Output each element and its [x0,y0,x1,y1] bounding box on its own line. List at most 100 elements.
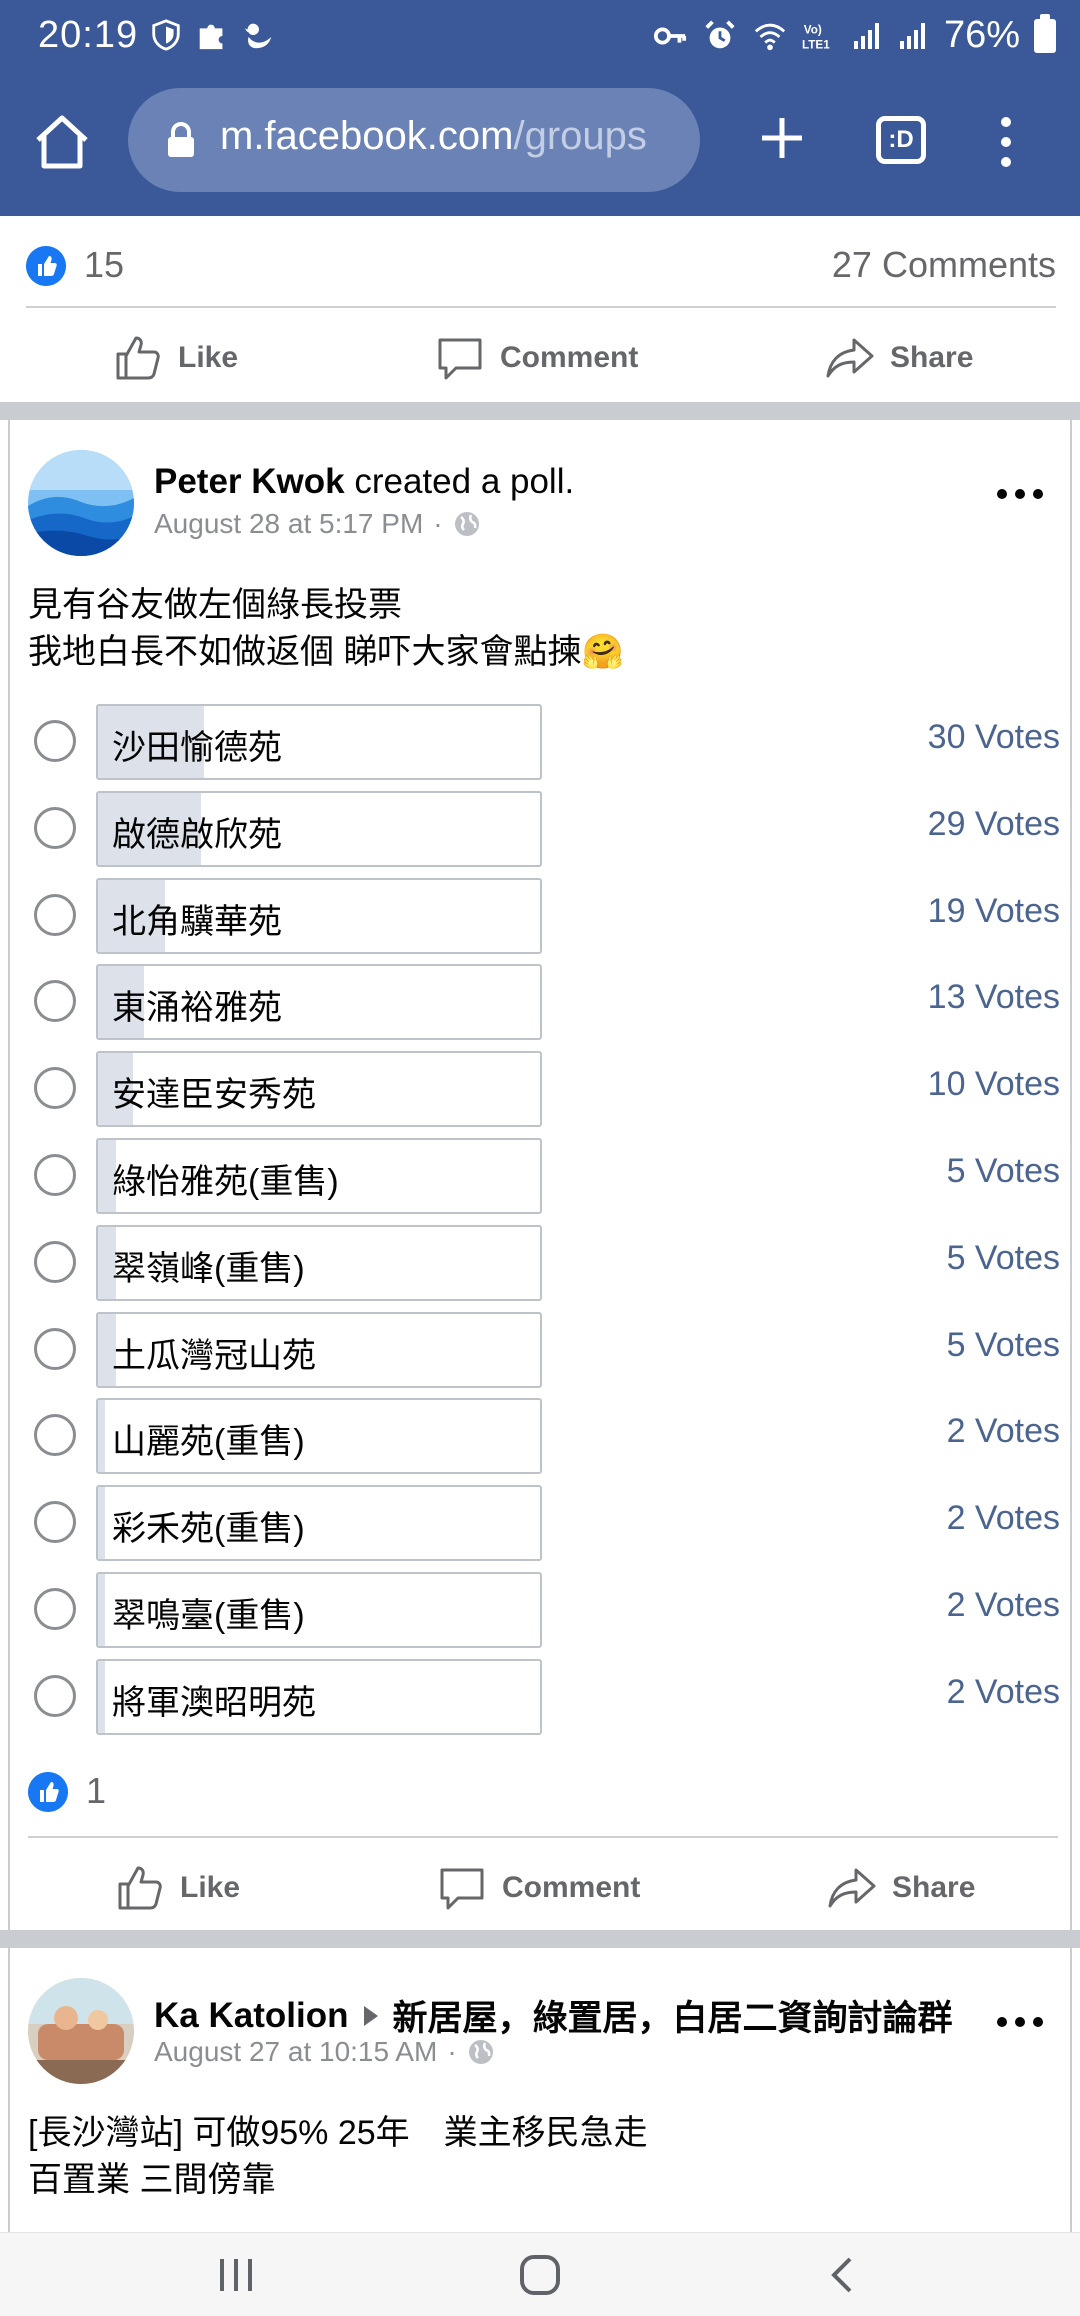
poll-radio[interactable] [34,1674,76,1717]
poll-option[interactable]: 彩禾苑(重售) 2 Votes [10,1485,1074,1565]
poll-radio[interactable] [34,806,76,849]
poll-option-votes[interactable]: 2 Votes [947,1586,1060,1625]
group-name[interactable]: 新居屋，綠置居，白居二資詢討論群 [392,1990,952,2041]
poll-radio[interactable] [34,1414,76,1457]
thumbs-up-icon [116,336,160,380]
back-icon[interactable] [818,2253,866,2297]
poll-option-votes[interactable]: 2 Votes [947,1673,1060,1712]
like-button[interactable]: Like [114,1838,240,1938]
poll-radio[interactable] [34,1327,76,1370]
poll-option-label: 山麗苑(重售) [112,1423,305,1462]
poll-radio[interactable] [34,980,76,1023]
address-bar[interactable]: m.facebook.com/groups [128,88,700,192]
poll-option[interactable]: 北角驥華苑 19 Votes [10,877,1074,958]
poll-radio[interactable] [34,1588,76,1630]
poll-option-bar[interactable]: 沙田愉德苑 [96,704,542,780]
poll-option-label: 翠鳴臺(重售) [112,1597,305,1635]
poll-option[interactable]: 山麗苑(重售) 2 Votes [10,1398,1074,1478]
action-row: Like Comment Share [2,1838,1080,1938]
comment-button[interactable]: Comment [436,1838,640,1938]
poll-option-votes[interactable]: 5 Votes [947,1239,1060,1278]
author-name[interactable]: Ka Katolion [154,1996,348,2036]
like-reaction-icon[interactable] [28,1772,68,1812]
tab-switcher-button[interactable]: :D [876,116,926,164]
previous-post-footer: 15 27 Comments Like Comment Share [0,216,1080,402]
poll-option[interactable]: 啟德啟欣苑 29 Votes [10,790,1074,871]
poll-option-votes[interactable]: 30 Votes [928,718,1060,757]
poll-option[interactable]: 土瓜灣冠山苑 5 Votes [10,1311,1074,1392]
poll-radio[interactable] [34,1154,76,1196]
poll-option-bar[interactable]: 將軍澳昭明苑 [96,1658,542,1735]
timestamp[interactable]: August 27 at 10:15 AM [154,2036,437,2068]
share-icon [828,1868,876,1908]
poll-option-votes[interactable]: 2 Votes [947,1412,1060,1451]
reaction-count[interactable]: 15 [84,244,124,286]
caret-right-icon [364,2005,379,2026]
globe-icon [468,2040,493,2064]
more-vert-icon[interactable] [994,112,1018,172]
post-header: Peter Kwok created a poll. [154,462,574,502]
poll-option[interactable]: 翠鳴臺(重售) 2 Votes [10,1572,1074,1652]
poll-option[interactable]: 安達臣安秀苑 10 Votes [10,1051,1074,1131]
poll-option[interactable]: 沙田愉德苑 30 Votes [10,704,1074,784]
poll-option-bar[interactable]: 安達臣安秀苑 [96,1051,542,1128]
author-avatar[interactable] [28,450,134,556]
author-avatar[interactable] [28,1978,134,2084]
browser-chrome: 20:19 Vo) LTE1 76% m.facebook.com/groups … [0,0,1080,216]
volte-icon: Vo) LTE1 [802,23,830,51]
author-name[interactable]: Peter Kwok [154,462,345,501]
poll-option-bar[interactable]: 山麗苑(重售) [96,1398,542,1475]
poll-option-votes[interactable]: 19 Votes [928,892,1060,931]
post-text-line: [長沙灣站] 可做95% 25年 業主移民急走 [28,2114,648,2152]
comment-button[interactable]: Comment [434,308,638,408]
poll-radio[interactable] [34,893,76,936]
comments-count[interactable]: 27 Comments [832,244,1056,286]
comment-icon [438,338,482,380]
poll-option-votes[interactable]: 13 Votes [928,978,1060,1017]
poll-option-bar[interactable]: 綠怡雅苑(重售) [96,1138,542,1214]
poll-option-bar[interactable]: 翠鳴臺(重售) [96,1572,542,1648]
poll-option[interactable]: 綠怡雅苑(重售) 5 Votes [10,1138,1074,1218]
like-reaction-icon[interactable] [26,246,66,286]
more-options-icon[interactable] [996,486,1044,502]
share-label: Share [892,1871,976,1904]
more-options-icon[interactable] [996,2014,1044,2030]
poll-radio[interactable] [34,1240,76,1283]
lock-icon [168,122,194,157]
recent-apps-icon[interactable] [212,2253,260,2297]
url-text[interactable]: m.facebook.com/groups [220,114,680,159]
poll-option-bar[interactable]: 土瓜灣冠山苑 [96,1311,542,1388]
poll-option[interactable]: 將軍澳昭明苑 2 Votes [10,1658,1074,1739]
share-button[interactable]: Share [826,1838,975,1938]
signal-icon [899,22,925,49]
comment-label: Comment [500,341,639,374]
poll-option-votes[interactable]: 5 Votes [947,1152,1060,1191]
poll-option-votes[interactable]: 2 Votes [947,1499,1060,1538]
like-button[interactable]: Like [112,308,238,408]
url-path: /groups [513,114,647,158]
poll-radio[interactable] [34,1501,76,1544]
timestamp[interactable]: August 28 at 5:17 PM [154,508,423,540]
poll-option-bar[interactable]: 翠嶺峰(重售) [96,1224,542,1301]
poll-option-votes[interactable]: 29 Votes [928,805,1060,844]
post-text-line: 我地白長不如做返個 睇吓大家會點揀🤗 [28,633,624,671]
new-tab-icon[interactable] [752,108,812,168]
tab-switcher-label: :D [888,126,914,153]
poll-radio[interactable] [34,1067,76,1110]
poll-option-bar[interactable]: 東涌裕雅苑 [96,964,542,1041]
svg-text:Vo): Vo) [804,23,822,36]
post-text: [長沙灣站] 可做95% 25年 業主移民急走 百置業 三間傍靠 [28,2110,648,2204]
poll-option-votes[interactable]: 10 Votes [928,1065,1060,1104]
reaction-count[interactable]: 1 [86,1770,106,1812]
poll-option-bar[interactable]: 啟德啟欣苑 [96,790,542,867]
poll-option[interactable]: 東涌裕雅苑 13 Votes [10,964,1074,1044]
poll-option-votes[interactable]: 5 Votes [947,1326,1060,1365]
poll-option-bar[interactable]: 彩禾苑(重售) [96,1485,542,1562]
meta-separator: · [447,2036,457,2067]
poll-option-bar[interactable]: 北角驥華苑 [96,877,542,954]
poll-radio[interactable] [34,720,76,762]
home-icon[interactable] [32,112,92,172]
poll-option[interactable]: 翠嶺峰(重售) 5 Votes [10,1224,1074,1305]
home-nav-icon[interactable] [516,2253,564,2297]
share-button[interactable]: Share [824,308,973,408]
